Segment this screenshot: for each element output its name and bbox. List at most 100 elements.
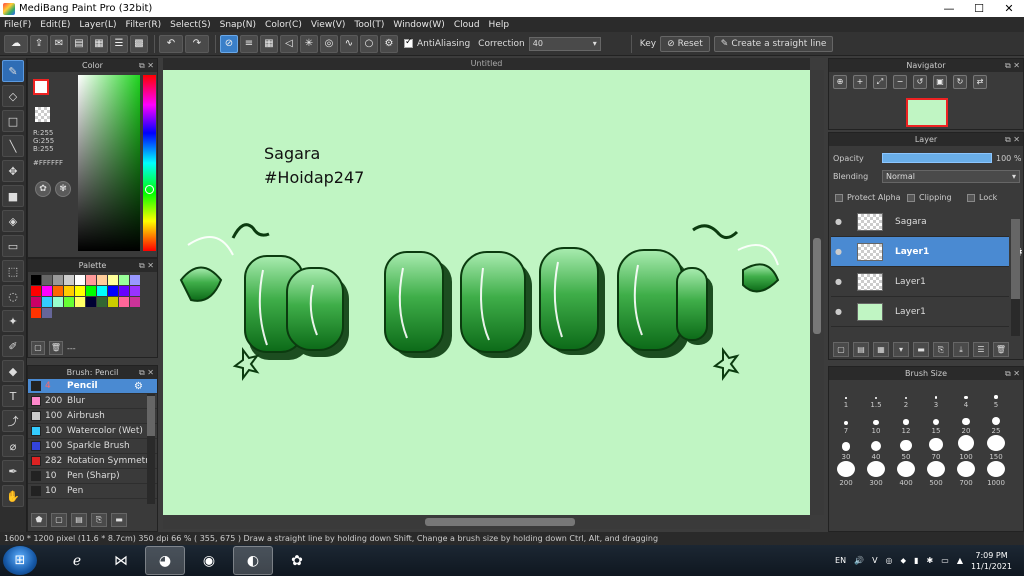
add-layer-menu-icon[interactable]: ▾ <box>893 342 909 357</box>
palette-swatch[interactable] <box>119 297 129 307</box>
snap-settings-icon[interactable]: ⚙ <box>380 34 398 53</box>
brush-size-option[interactable]: 1.5 <box>861 383 891 409</box>
palette-swatch[interactable] <box>31 275 41 285</box>
palette-swatch[interactable] <box>86 286 96 296</box>
cloud-icon[interactable]: ☁ <box>4 34 28 53</box>
eyedropper-tool-icon[interactable]: ⌀ <box>2 435 24 457</box>
new-color-layer-icon[interactable]: ▤ <box>853 342 869 357</box>
rect-fill-tool-icon[interactable]: ■ <box>2 185 24 207</box>
palette-swatch[interactable] <box>75 275 85 285</box>
redo-icon[interactable]: ↷ <box>185 34 209 53</box>
antialias-checkbox[interactable] <box>404 37 413 48</box>
reset-button[interactable]: ⊘ Reset <box>660 35 710 52</box>
palette-swatch[interactable] <box>97 275 107 285</box>
menu-color[interactable]: Color(C) <box>265 20 302 30</box>
snap-off-icon[interactable]: ⊘ <box>220 34 238 53</box>
page-icon[interactable]: ▦ <box>90 34 108 53</box>
snap-circle-icon[interactable]: ◎ <box>320 34 338 53</box>
brush-size-option[interactable]: 1000 <box>981 461 1011 487</box>
brush-size-option[interactable]: 30 <box>831 435 861 461</box>
brush-size-option[interactable]: 25 <box>981 409 1011 435</box>
snap-parallel-icon[interactable]: ≡ <box>240 34 258 53</box>
select-pen-icon[interactable]: ✐ <box>2 335 24 357</box>
undo-icon[interactable]: ↶ <box>159 34 183 53</box>
network-icon[interactable]: ▮ <box>914 556 918 565</box>
rotate-right-icon[interactable]: ↻ <box>953 75 967 89</box>
brush-size-option[interactable]: 50 <box>891 435 921 461</box>
brush-size-option[interactable]: 5 <box>981 383 1011 409</box>
clock[interactable]: 7:09 PM 11/1/2021 <box>971 550 1012 572</box>
palette-swatch[interactable] <box>130 286 140 296</box>
menu-snap[interactable]: Snap(N) <box>220 20 256 30</box>
brush-size-option[interactable]: 300 <box>861 461 891 487</box>
palette-swatch[interactable] <box>64 297 74 307</box>
operation-tool-icon[interactable]: ⤴ <box>2 410 24 432</box>
lasso-tool-icon[interactable]: ◌ <box>2 285 24 307</box>
palette-swatch[interactable] <box>31 308 41 318</box>
snap-curve-icon[interactable]: ∿ <box>340 34 358 53</box>
palette-swatch[interactable] <box>108 286 118 296</box>
layer-item[interactable]: ●Layer1⚙ <box>831 237 1023 267</box>
brush-item[interactable]: 100 Sparkle Brush <box>28 439 157 454</box>
canvas-horizontal-scrollbar[interactable] <box>163 515 810 529</box>
palette-swatch[interactable] <box>64 286 74 296</box>
eraser-tool-icon[interactable]: ◇ <box>2 85 24 107</box>
brush-size-option[interactable]: 150 <box>981 435 1011 461</box>
palette-swatch[interactable] <box>53 286 63 296</box>
new-halftone-layer-icon[interactable]: ▦ <box>873 342 889 357</box>
actual-size-icon[interactable]: ▣ <box>933 75 947 89</box>
brush-size-option[interactable]: 2 <box>891 383 921 409</box>
lock-checkbox[interactable]: Lock <box>967 193 997 202</box>
pen-tool-icon[interactable]: ╲ <box>2 135 24 157</box>
rotate-left-icon[interactable]: ↺ <box>913 75 927 89</box>
snap-vanishing-icon[interactable]: ◁ <box>280 34 298 53</box>
correction-select[interactable]: 40 <box>528 36 601 51</box>
volume-icon[interactable]: 🔊 <box>854 556 864 565</box>
brush-menu-icon[interactable]: ▤ <box>71 513 87 527</box>
brush-item[interactable]: 100 Watercolor (Wet) <box>28 424 157 439</box>
brush-size-option[interactable]: 700 <box>951 461 981 487</box>
language-indicator[interactable]: EN <box>835 556 846 565</box>
clipping-checkbox[interactable]: Clipping <box>907 193 952 202</box>
maximize-icon[interactable]: ☐ <box>964 0 994 17</box>
palette-swatch[interactable] <box>108 275 118 285</box>
brush-size-option[interactable]: 40 <box>861 435 891 461</box>
color-wheel-icon[interactable]: ✿ <box>35 181 51 197</box>
menu-select[interactable]: Select(S) <box>170 20 211 30</box>
power-icon[interactable]: ▭ <box>941 556 949 565</box>
brush-size-option[interactable]: 10 <box>861 409 891 435</box>
layer-item[interactable]: ● Sagara <box>831 207 1009 237</box>
delete-layer-icon[interactable]: 🗑 <box>993 342 1009 357</box>
layer-visibility-icon[interactable]: ● <box>835 277 845 286</box>
palette-swatch[interactable] <box>75 286 85 296</box>
palette-swatch[interactable] <box>64 275 74 285</box>
panel-close-icon[interactable]: ⧉ ✕ <box>1005 133 1020 146</box>
select-eraser-icon[interactable]: ◆ <box>2 360 24 382</box>
panel-close-icon[interactable]: ⧉ ✕ <box>1005 59 1020 72</box>
brush-size-option[interactable]: 400 <box>891 461 921 487</box>
brush-item[interactable]: 200 Blur <box>28 394 157 409</box>
palette-swatch[interactable] <box>42 275 52 285</box>
brush-add-icon[interactable]: ⬟ <box>31 513 47 527</box>
panel-close-icon[interactable]: ⧉ ✕ <box>139 59 154 72</box>
menu-window[interactable]: Window(W) <box>393 20 444 30</box>
flip-icon[interactable]: ⇄ <box>973 75 987 89</box>
select-tool-icon[interactable]: ⬚ <box>2 260 24 282</box>
drawing-canvas[interactable]: Sagara #Hoidap247 <box>163 70 810 515</box>
coccoc-icon[interactable]: ◕ <box>145 546 185 575</box>
menu-cloud[interactable]: Cloud <box>454 20 480 30</box>
palette-swatch[interactable] <box>31 286 41 296</box>
brush-scroll-thumb[interactable] <box>147 396 155 436</box>
new-layer-icon[interactable]: ▢ <box>833 342 849 357</box>
snap-radial-icon[interactable]: ✳ <box>300 34 318 53</box>
bucket-tool-icon[interactable]: ◈ <box>2 210 24 232</box>
brush-item[interactable]: 10 Pen <box>28 484 157 499</box>
brush-item[interactable]: 10 Pen (Sharp) <box>28 469 157 484</box>
saturation-value-picker[interactable] <box>78 75 140 251</box>
comment-icon[interactable]: ✉ <box>50 34 68 53</box>
panel-close-icon[interactable]: ⧉ ✕ <box>139 259 154 272</box>
duplicate-layer-icon[interactable]: ⎘ <box>933 342 949 357</box>
layer-visibility-icon[interactable]: ● <box>835 217 845 226</box>
vertical-scroll-thumb[interactable] <box>813 238 821 334</box>
brush-folder-icon[interactable]: ▬ <box>111 513 127 527</box>
